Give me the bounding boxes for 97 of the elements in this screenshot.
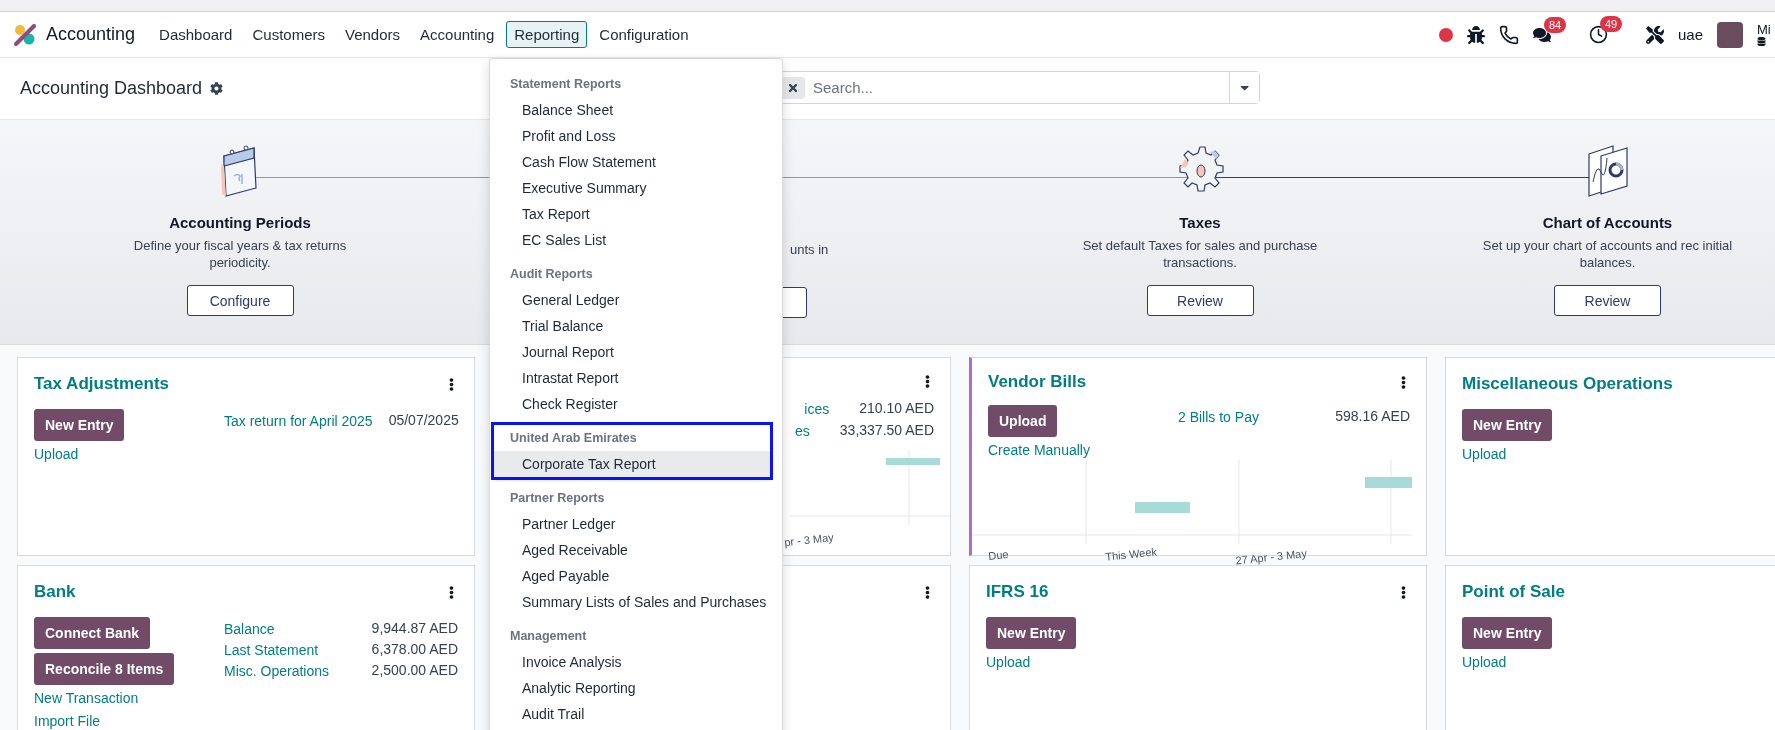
step-description: Set default Taxes for sales and purchase transactions. (1081, 237, 1319, 271)
dropdown-item[interactable]: Aged Receivable (490, 537, 782, 563)
card-title[interactable]: IFRS 16 (986, 582, 1049, 602)
menu-item[interactable]: Accounting (412, 21, 503, 48)
dropdown-item[interactable]: Summary Lists of Sales and Purchases (490, 589, 782, 615)
dropdown-item[interactable]: Cash Flow Statement (490, 149, 782, 175)
tools-icon[interactable] (1645, 25, 1664, 44)
summary-amount: 6,378.00 AED (371, 641, 458, 659)
database-icon (1757, 37, 1766, 46)
recording-dot-icon[interactable] (1438, 27, 1453, 42)
summary-link[interactable]: Misc. Operations (224, 662, 330, 681)
action-button[interactable]: New Entry (1462, 409, 1553, 441)
action-link[interactable]: Upload (986, 653, 1031, 672)
action-button[interactable]: New Entry (1462, 617, 1553, 649)
summary-link[interactable]: ices (804, 400, 830, 419)
action-button[interactable]: New Entry (34, 409, 125, 441)
remove-icon[interactable] (787, 81, 799, 94)
settings-icon[interactable] (210, 82, 224, 95)
dropdown-item[interactable]: Balance Sheet (490, 97, 782, 123)
action-button[interactable]: Upload (988, 405, 1058, 437)
action-link[interactable]: Import File (34, 712, 101, 730)
dropdown-item[interactable]: Trial Balance (490, 313, 782, 339)
dropdown-item[interactable]: Journal Report (490, 339, 782, 365)
graph-axis-label: 27 Apr - 3 May (1234, 546, 1309, 567)
menu-item[interactable]: Reporting (506, 21, 588, 48)
summary-link[interactable]: Tax return for April 2025 (224, 412, 373, 431)
menu-section-heading: United Arab Emirates (509, 430, 638, 447)
action-link[interactable]: Upload (34, 445, 79, 464)
dropdown-item[interactable]: Profit and Loss (490, 123, 782, 149)
summary-link[interactable]: Last Statement (224, 641, 319, 660)
dropdown-item[interactable]: Audit Trail (490, 701, 782, 727)
card-title[interactable]: Bank (34, 582, 76, 602)
action-button[interactable]: New Entry (986, 617, 1077, 649)
menu-item[interactable]: Vendors (337, 21, 409, 48)
dropdown-item[interactable]: Partner Ledger (490, 511, 782, 537)
dropdown-item[interactable]: General Ledger (490, 287, 782, 313)
action-link[interactable]: Upload (1462, 445, 1507, 464)
app-name[interactable]: Accounting (46, 24, 136, 45)
activity-count-badge: 49 (1599, 16, 1623, 32)
step-button[interactable]: Configure (186, 285, 294, 316)
app-logo-icon (14, 23, 36, 46)
step-button[interactable]: Review (1554, 285, 1661, 316)
summary-amount: 210.10 AED (859, 400, 934, 418)
menu-item[interactable]: Dashboard (151, 21, 241, 48)
step-button[interactable]: Review (1146, 285, 1254, 316)
summary-link[interactable]: 2 Bills to Pay (1178, 408, 1259, 427)
calendar-icon (220, 142, 260, 200)
search-input[interactable]: Search... (811, 78, 1229, 97)
menu-item[interactable]: Configuration (591, 21, 697, 48)
summary-amount: 33,337.50 AED (839, 422, 934, 440)
step-description: unts in (790, 241, 829, 258)
summary-amount: 9,944.87 AED (371, 620, 458, 638)
card-title[interactable]: Tax Adjustments (34, 374, 170, 394)
step-title: Chart of Accounts (1542, 214, 1673, 231)
phone-icon[interactable] (1498, 24, 1519, 45)
graph-axis-label: Due (987, 547, 1010, 563)
dropdown-item[interactable]: Check Register (490, 391, 782, 417)
user-avatar[interactable] (1717, 21, 1743, 48)
summary-amount: 05/07/2025 (388, 412, 459, 430)
summary-link[interactable]: Balance (224, 620, 275, 639)
chat-icon[interactable] (1532, 25, 1551, 44)
summary-link[interactable]: es (795, 422, 810, 441)
menu-section-heading: Statement Reports (509, 76, 623, 93)
action-link[interactable]: New Transaction (34, 689, 139, 708)
action-link[interactable]: Create Manually (988, 441, 1090, 460)
message-count-badge: 84 (1543, 16, 1567, 33)
summary-amount: 598.16 AED (1335, 408, 1410, 426)
graph-axis-label: pr - 3 May (783, 530, 836, 549)
step-description: Define your fiscal years & tax returns periodicity. (132, 237, 348, 271)
dropdown-item[interactable]: Intrastat Report (490, 365, 782, 391)
step-title: Accounting Periods (169, 214, 311, 231)
page-title: Accounting Dashboard (20, 78, 203, 99)
dropdown-item[interactable]: Tax Report (490, 201, 782, 227)
dropdown-item[interactable]: EC Sales List (490, 227, 782, 253)
dropdown-item[interactable]: Executive Summary (490, 175, 782, 201)
summary-amount: 2,500.00 AED (371, 662, 458, 680)
graph-axis-label: This Week (1104, 544, 1159, 563)
menu-item[interactable]: Customers (244, 21, 333, 48)
company-name[interactable]: uae (1677, 26, 1703, 43)
menu-section-heading: Management (509, 628, 588, 645)
card-title[interactable]: Vendor Bills (988, 372, 1087, 392)
card-title[interactable]: Miscellaneous Operations (1462, 374, 1673, 394)
menu-section-heading: Audit Reports (509, 266, 594, 283)
action-link[interactable]: Upload (1462, 653, 1507, 672)
dropdown-item[interactable]: Aged Payable (490, 563, 782, 589)
card-title[interactable]: Point of Sale (1462, 582, 1565, 602)
user-name[interactable]: Mi (1757, 23, 1775, 37)
bug-icon[interactable] (1466, 25, 1485, 44)
action-button[interactable]: Reconcile 8 Items (34, 653, 175, 685)
menu-section-heading: Partner Reports (509, 490, 606, 507)
search-options-button[interactable] (1229, 72, 1259, 103)
action-button[interactable]: Connect Bank (34, 617, 151, 649)
dropdown-item[interactable]: Analytic Reporting (490, 675, 782, 701)
step-title: Taxes (1179, 214, 1221, 231)
step-description: Set up your chart of accounts and rec initial balances. (1482, 237, 1733, 271)
dropdown-item[interactable]: Corporate Tax Report (494, 451, 770, 477)
dropdown-item[interactable]: Invoice Analysis (490, 649, 782, 675)
